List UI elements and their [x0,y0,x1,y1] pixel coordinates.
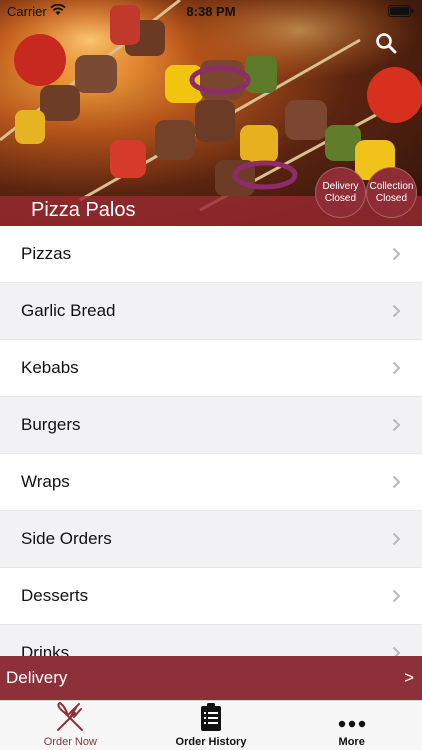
menu-item-label: Wraps [21,472,70,491]
menu-item-label: Garlic Bread [21,301,116,320]
menu-item-pizzas[interactable]: Pizzas [0,226,422,283]
badge-line: Closed [324,192,357,204]
menu-item-label: Side Orders [21,529,112,548]
tab-label: Order History [175,736,247,748]
tab-order-history[interactable]: Order History [141,701,282,750]
badge-line: Delivery [322,180,359,192]
delivery-mode-bar[interactable]: Delivery > [0,656,422,700]
menu-item-desserts[interactable]: Desserts [0,568,422,625]
badge-line: Closed [375,192,408,204]
chevron-right-icon [392,646,401,656]
menu-item-label: Burgers [21,415,81,434]
fork-knife-icon [57,702,84,731]
clipboard-icon [201,703,221,731]
delivery-mode-arrow: > [404,668,414,687]
restaurant-name: Pizza Palos [31,199,136,221]
menu-item-garlic-bread[interactable]: Garlic Bread [0,283,422,340]
search-icon[interactable] [374,31,398,55]
tab-label: More [338,736,365,748]
battery-icon [388,5,414,17]
menu-item-label: Pizzas [21,244,72,263]
menu-item-wraps[interactable]: Wraps [0,454,422,511]
badge-line: Collection [369,180,414,192]
status-time: 8:38 PM [186,4,236,19]
menu-item-kebabs[interactable]: Kebabs [0,340,422,397]
chevron-right-icon [392,361,401,375]
more-dots-icon [338,720,365,728]
menu-item-label: Desserts [21,586,89,605]
chevron-right-icon [392,475,401,489]
menu-item-label: Kebabs [21,358,79,377]
delivery-status-badge: Delivery Closed [315,167,366,218]
chevron-right-icon [392,589,401,603]
tab-bar: Order Now Order History More [0,700,422,750]
tab-label: Order Now [43,736,97,748]
menu-item-drinks[interactable]: Drinks [0,625,422,656]
menu-item-label: Drinks [21,643,70,656]
menu-category-list: Pizzas Garlic Bread Kebabs Burgers Wraps… [0,226,422,656]
tab-more[interactable]: More [281,701,422,750]
chevron-right-icon [392,304,401,318]
collection-status-badge: Collection Closed [366,167,417,218]
chevron-right-icon [392,247,401,261]
status-bar: Carrier 8:38 PM [0,0,422,22]
chevron-right-icon [392,532,401,546]
hero-banner: Carrier 8:38 PM Pizza Palos Delivery Clo… [0,0,422,226]
tab-order-now[interactable]: Order Now [0,701,141,750]
delivery-mode-label: Delivery [6,668,68,687]
menu-item-side-orders[interactable]: Side Orders [0,511,422,568]
menu-item-burgers[interactable]: Burgers [0,397,422,454]
chevron-right-icon [392,418,401,432]
